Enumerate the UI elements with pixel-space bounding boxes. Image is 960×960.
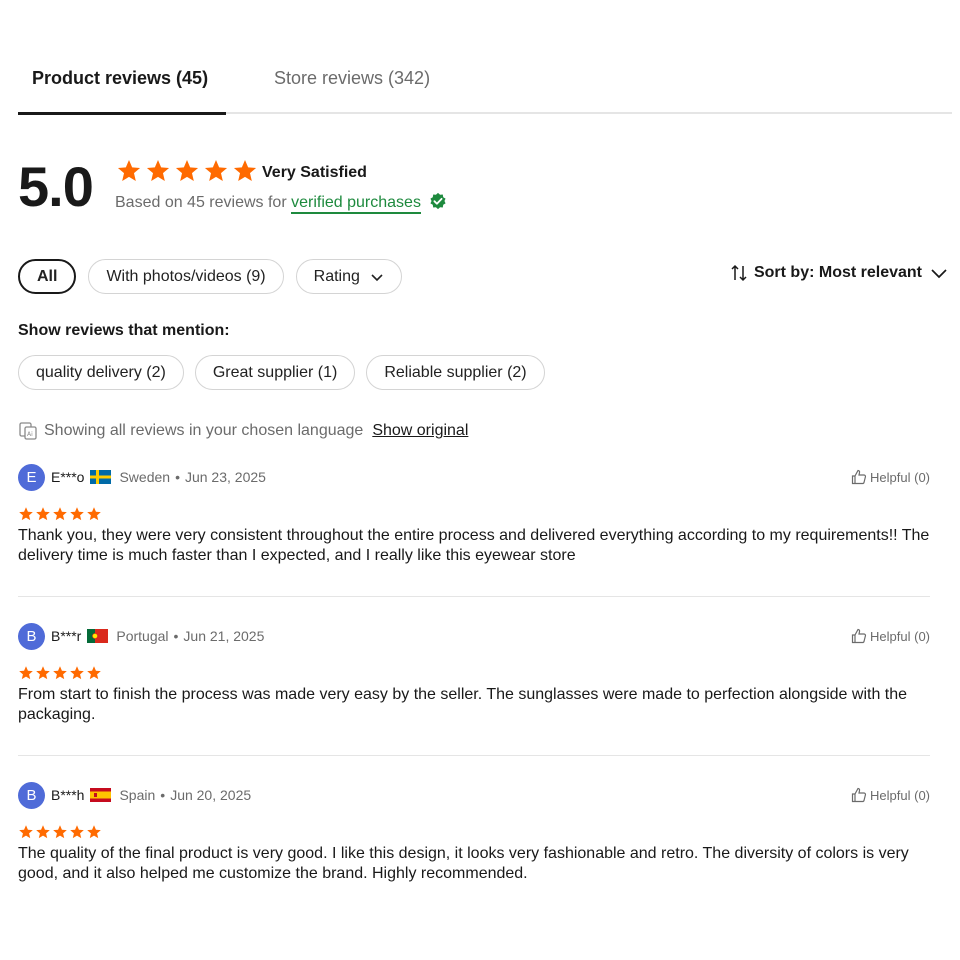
tab-product-reviews[interactable]: Product reviews (45) xyxy=(32,68,208,89)
reviewer-name: B***h xyxy=(51,787,85,803)
star-icon xyxy=(70,507,84,521)
sort-dropdown[interactable]: Sort by: Most relevant xyxy=(730,264,948,282)
filter-photos-chip[interactable]: With photos/videos (9) xyxy=(88,259,284,294)
star-icon xyxy=(36,666,50,680)
svg-text:Ai: Ai xyxy=(27,431,33,438)
show-original-link[interactable]: Show original xyxy=(372,422,468,440)
review-text: The quality of the final product is very… xyxy=(18,845,909,882)
spain-flag-icon xyxy=(90,788,112,802)
review-stars xyxy=(18,824,102,840)
star-icon xyxy=(19,825,33,839)
based-on-label: Based on 45 reviews for xyxy=(115,194,287,211)
sort-arrows-icon xyxy=(731,264,747,282)
chevron-down-icon xyxy=(931,269,947,279)
rating-dropdown-label: Rating xyxy=(313,267,360,285)
mention-chip-great-supplier[interactable]: Great supplier (1) xyxy=(194,355,356,390)
star-icon xyxy=(146,159,170,181)
review-item: B B***h Spain • Jun 20, 2025 Helpful (0)… xyxy=(18,782,930,882)
avatar: E xyxy=(18,464,45,491)
avatar: B xyxy=(18,623,45,650)
star-icon xyxy=(36,825,50,839)
review-item: B B***r Portugal • Jun 21, 2025 Helpful … xyxy=(18,623,930,723)
thumbs-up-icon xyxy=(851,787,867,803)
reviewer-country: Sweden xyxy=(119,469,171,485)
star-icon xyxy=(53,825,67,839)
reviewer-name: E***o xyxy=(51,469,85,485)
review-text: Thank you, they were very consistent thr… xyxy=(18,527,930,564)
helpful-button[interactable]: Helpful (0) xyxy=(851,469,930,485)
mentions-title: Show reviews that mention: xyxy=(18,322,230,339)
mention-chips: quality delivery (2) Great supplier (1) … xyxy=(18,355,545,390)
review-item: E E***o Sweden • Jun 23, 2025 Helpful (0… xyxy=(18,464,930,564)
helpful-button[interactable]: Helpful (0) xyxy=(851,628,930,644)
filter-chips: All With photos/videos (9) Rating xyxy=(18,259,402,294)
star-icon xyxy=(53,666,67,680)
star-icon xyxy=(87,666,101,680)
star-icon xyxy=(70,666,84,680)
star-icon xyxy=(204,159,228,181)
review-date: Jun 20, 2025 xyxy=(170,787,252,803)
review-stars xyxy=(18,665,102,681)
star-icon xyxy=(19,507,33,521)
sweden-flag-icon xyxy=(90,470,112,484)
star-icon xyxy=(175,159,199,181)
language-notice-text: Showing all reviews in your chosen langu… xyxy=(44,422,364,439)
average-score: 5.0 xyxy=(18,155,94,218)
translate-icon: Ai xyxy=(19,422,37,440)
star-icon xyxy=(87,507,101,521)
mention-chip-quality-delivery[interactable]: quality delivery (2) xyxy=(18,355,184,390)
helpful-button[interactable]: Helpful (0) xyxy=(851,787,930,803)
chevron-down-icon xyxy=(371,273,383,281)
verified-badge-icon xyxy=(430,192,446,210)
sort-label: Sort by: Most relevant xyxy=(753,264,922,281)
star-icon xyxy=(70,825,84,839)
helpful-count: Helpful (0) xyxy=(870,469,930,485)
review-text: From start to finish the process was mad… xyxy=(18,686,908,723)
mention-chip-reliable-supplier[interactable]: Reliable supplier (2) xyxy=(366,355,545,390)
review-date: Jun 21, 2025 xyxy=(183,628,265,644)
thumbs-up-icon xyxy=(851,628,867,644)
star-icon xyxy=(117,159,141,181)
meta-separator: • xyxy=(175,469,180,485)
star-icon xyxy=(36,507,50,521)
based-on-text: Based on 45 reviews for verified purchas… xyxy=(115,192,447,214)
satisfaction-label: Very Satisfied xyxy=(262,164,367,181)
review-stars xyxy=(18,506,102,522)
filter-all-chip[interactable]: All xyxy=(18,259,77,294)
rating-summary: 5.0 Very Satisfied Based on 45 reviews f… xyxy=(18,150,618,230)
helpful-count: Helpful (0) xyxy=(870,787,930,803)
meta-separator: • xyxy=(173,628,179,644)
review-meta: B***h Spain • Jun 20, 2025 xyxy=(51,787,251,803)
star-icon xyxy=(53,507,67,521)
language-notice: Ai Showing all reviews in your chosen la… xyxy=(18,421,468,441)
review-meta: B***r Portugal • Jun 21, 2025 xyxy=(51,628,264,644)
meta-separator: • xyxy=(160,787,166,803)
tab-store-reviews[interactable]: Store reviews (342) xyxy=(274,68,430,89)
star-icon xyxy=(87,825,101,839)
review-divider xyxy=(18,755,930,756)
reviewer-country: Portugal xyxy=(116,628,169,644)
star-icon xyxy=(233,159,257,181)
helpful-count: Helpful (0) xyxy=(870,628,930,644)
star-icon xyxy=(19,666,33,680)
reviewer-name: B***r xyxy=(51,628,82,644)
filter-rating-dropdown[interactable]: Rating xyxy=(295,259,402,294)
review-divider xyxy=(18,596,930,597)
active-tab-indicator xyxy=(18,112,226,115)
thumbs-up-icon xyxy=(851,469,867,485)
reviewer-country: Spain xyxy=(119,787,156,803)
review-date: Jun 23, 2025 xyxy=(184,469,266,485)
portugal-flag-icon xyxy=(87,629,109,643)
average-stars xyxy=(116,158,258,184)
review-tabs: Product reviews (45) Store reviews (342) xyxy=(18,48,952,115)
avatar: B xyxy=(18,782,45,809)
review-meta: E***o Sweden • Jun 23, 2025 xyxy=(51,469,266,485)
verified-purchases-link[interactable]: verified purchases xyxy=(291,194,421,214)
